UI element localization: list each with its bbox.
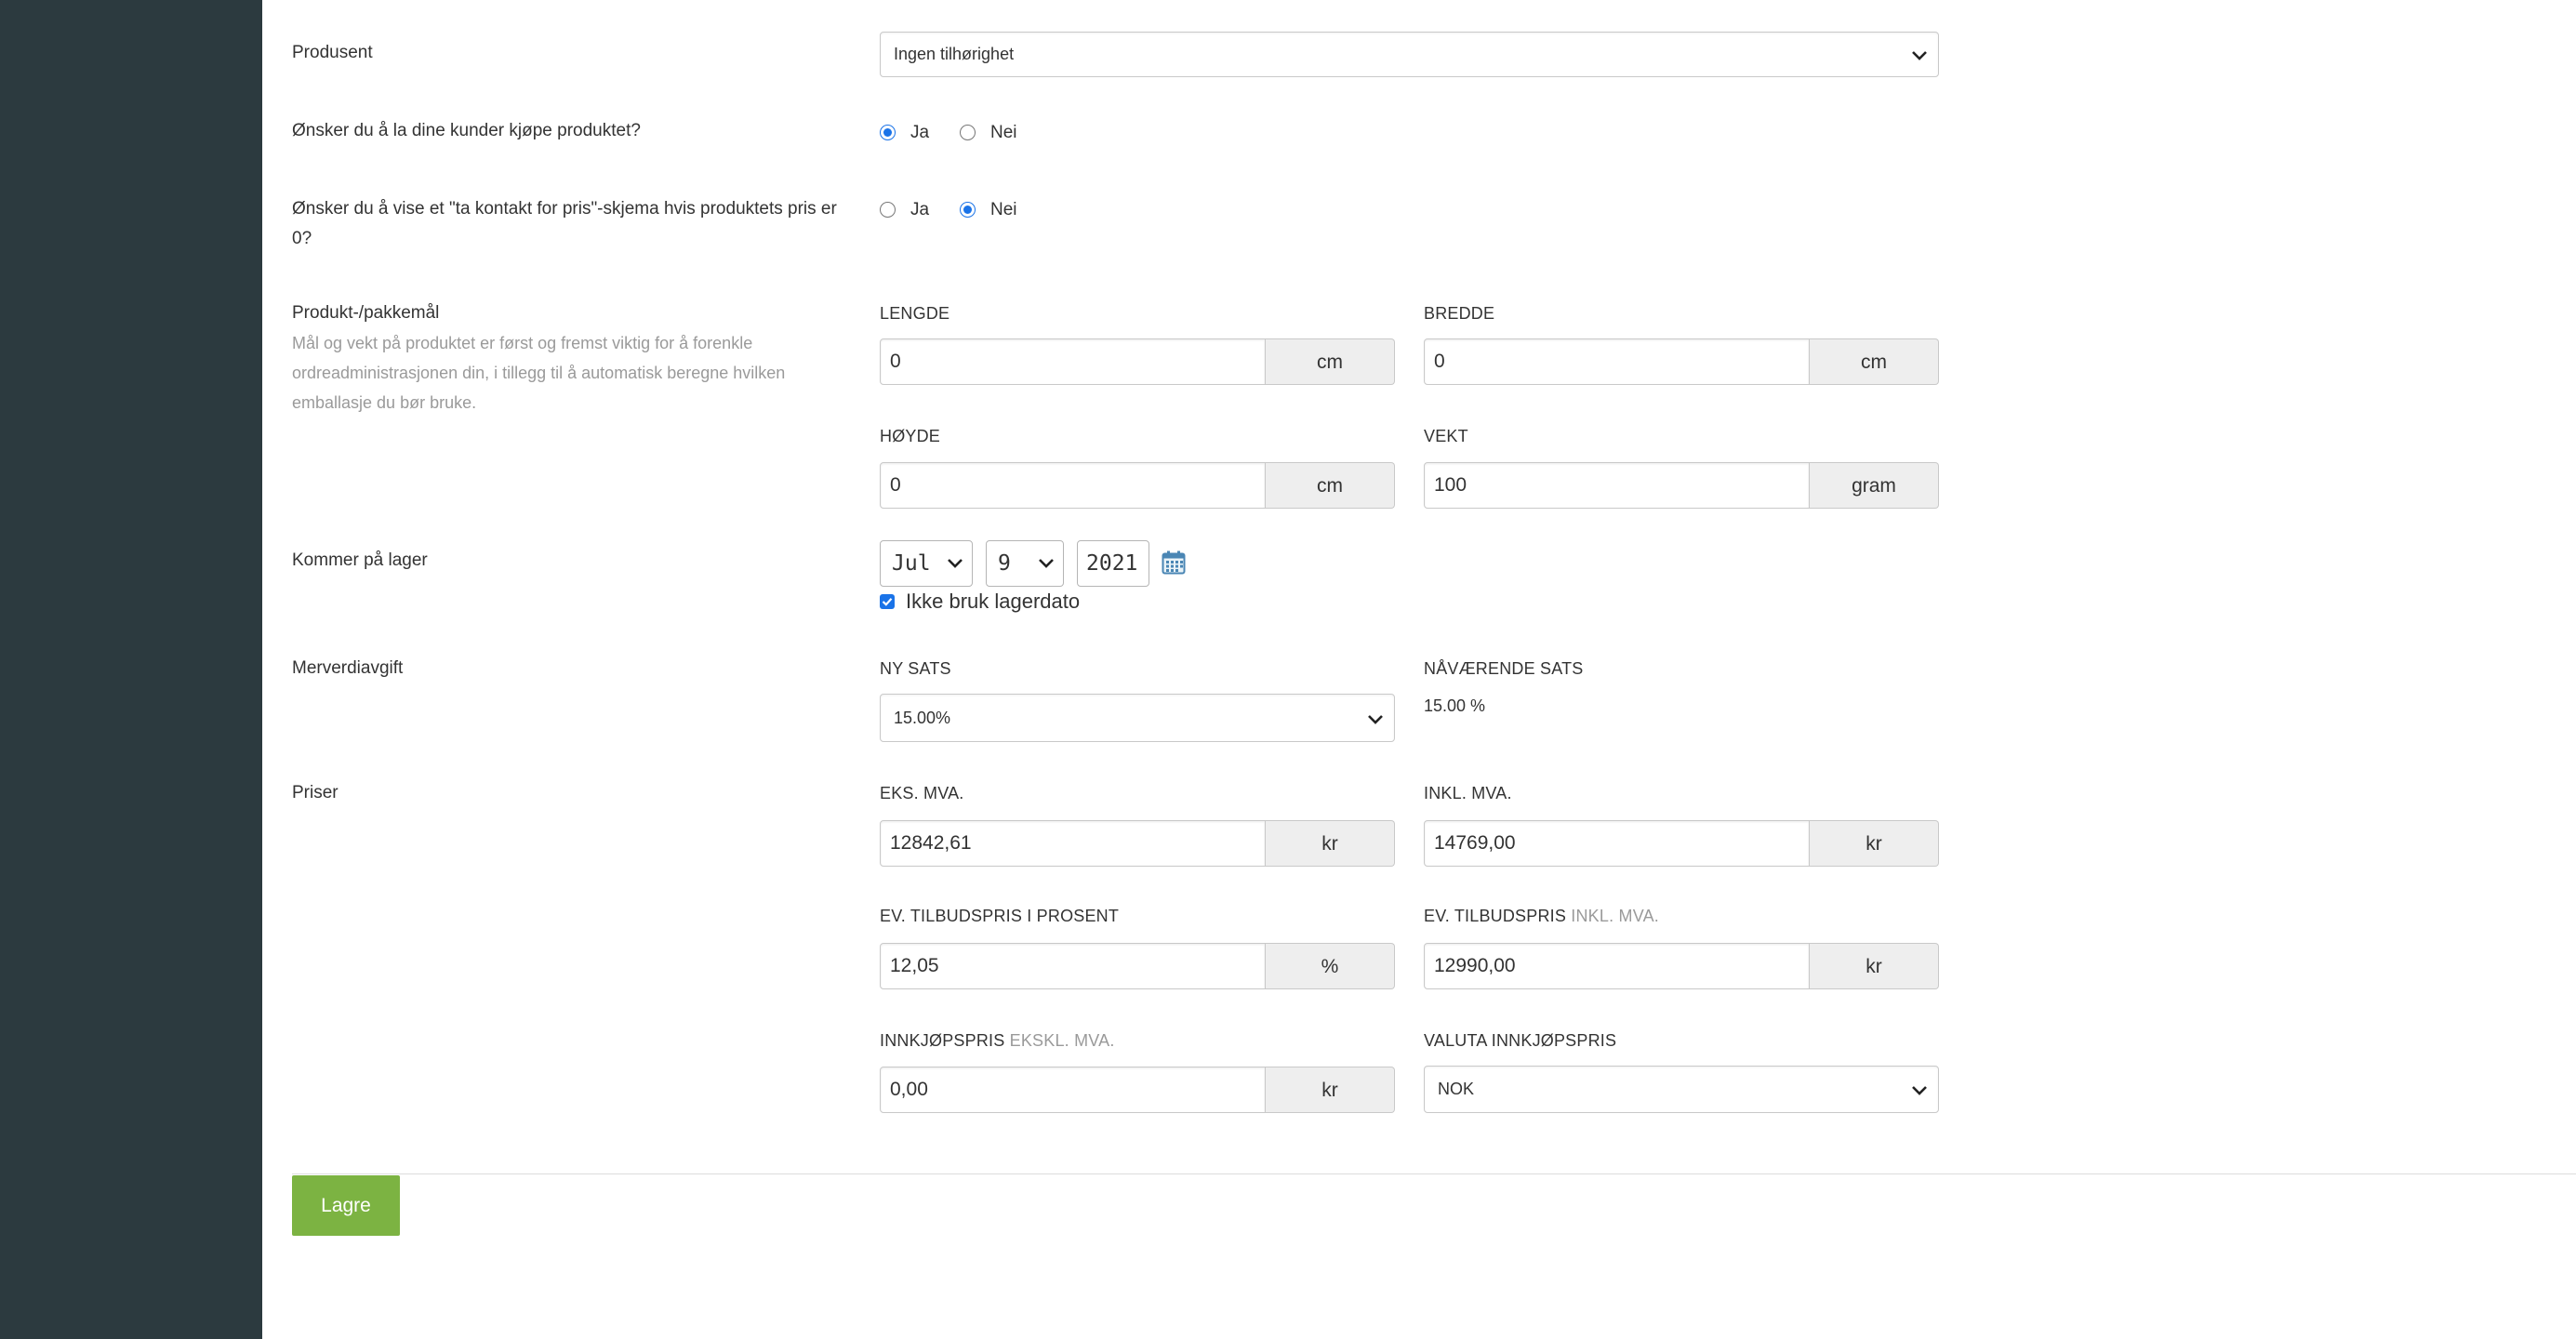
weight-unit: gram	[1810, 462, 1939, 509]
weight-label: VEKT	[1424, 427, 1468, 445]
incl-vat-price-input[interactable]: 14769,00	[1424, 820, 1810, 867]
width-input[interactable]: 0	[1424, 338, 1810, 385]
offer-price-label-text: EV. TILBUDSPRIS	[1424, 907, 1567, 925]
purchase-currency-select[interactable]: NOK	[1424, 1066, 1939, 1113]
offer-price-input[interactable]: 12990,00	[1424, 943, 1810, 989]
chevron-down-icon	[1368, 715, 1383, 724]
dimensions-help-line1: Mål og vekt på produktet er først og fre…	[292, 334, 753, 352]
chevron-down-icon	[1912, 1086, 1927, 1095]
incl-vat-unit: kr	[1810, 820, 1939, 867]
stock-day-select[interactable]: 9	[986, 540, 1064, 587]
dimensions-label: Produkt-/pakkemål	[292, 303, 440, 323]
length-label: LENGDE	[880, 304, 950, 323]
ignore-stock-date-label: Ikke bruk lagerdato	[906, 590, 1081, 613]
purchase-price-label-muted: EKSKL. MVA.	[1009, 1031, 1115, 1050]
allow-purchase-label: Ønsker du å la dine kunder kjøpe produkt…	[292, 121, 641, 140]
contact-price-no-radio[interactable]	[960, 202, 976, 218]
form-divider	[292, 1173, 2576, 1174]
allow-purchase-no-label: Nei	[990, 123, 1017, 142]
stock-month-select[interactable]: Jul	[880, 540, 973, 587]
width-label: BREDDE	[1424, 304, 1495, 323]
stock-year-input[interactable]: 2021	[1077, 540, 1149, 587]
purchase-currency-label: VALUTA INNKJØPSPRIS	[1424, 1031, 1617, 1050]
purchase-price-unit: kr	[1266, 1067, 1395, 1113]
length-input[interactable]: 0	[880, 338, 1266, 385]
vat-new-rate-label: NY SATS	[880, 659, 951, 678]
excl-vat-price-input[interactable]: 12842,61	[880, 820, 1266, 867]
vat-rate-selected: 15.00%	[894, 709, 951, 727]
purchase-price-label: INNKJØPSPRIS EKSKL. MVA.	[880, 1031, 1115, 1051]
purchase-price-label-text: INNKJØPSPRIS	[880, 1031, 1005, 1050]
purchase-currency-selected: NOK	[1438, 1080, 1475, 1098]
producer-selected: Ingen tilhørighet	[894, 45, 1015, 63]
vat-current-rate-value: 15.00 %	[1424, 696, 1486, 715]
offer-price-unit: kr	[1810, 943, 1939, 989]
weight-input[interactable]: 100	[1424, 462, 1810, 509]
stock-month-value: Jul	[892, 551, 931, 576]
producer-select[interactable]: Ingen tilhørighet	[880, 32, 1939, 77]
save-button[interactable]: Lagre	[292, 1175, 400, 1236]
height-label: HØYDE	[880, 427, 941, 445]
allow-purchase-no-radio[interactable]	[960, 125, 976, 140]
vat-label: Merverdiavgift	[292, 658, 404, 678]
stock-date-label: Kommer på lager	[292, 550, 428, 570]
vat-current-rate-label: NÅVÆRENDE SATS	[1424, 659, 1584, 678]
contact-price-no-label: Nei	[990, 200, 1017, 219]
chevron-down-icon	[1039, 559, 1054, 568]
ignore-stock-date-checkbox[interactable]	[880, 594, 895, 609]
width-unit: cm	[1810, 338, 1939, 385]
checkmark-icon	[882, 598, 893, 606]
calendar-icon[interactable]	[1162, 550, 1186, 575]
height-unit: cm	[1266, 462, 1395, 509]
contact-price-label-line1: Ønsker du å vise et "ta kontakt for pris…	[292, 199, 837, 219]
incl-vat-label: INKL. MVA.	[1424, 784, 1512, 802]
length-unit: cm	[1266, 338, 1395, 385]
producer-label: Produsent	[292, 43, 373, 62]
prices-label: Priser	[292, 783, 339, 802]
dimensions-help-line3: emballasje du bør bruke.	[292, 393, 477, 412]
offer-percent-input[interactable]: 12,05	[880, 943, 1266, 989]
vat-rate-select[interactable]: 15.00%	[880, 694, 1395, 742]
offer-price-label-muted: INKL. MVA.	[1571, 907, 1659, 925]
offer-percent-label: EV. TILBUDSPRIS I PROSENT	[880, 907, 1120, 925]
sidebar	[0, 0, 262, 1339]
purchase-price-input[interactable]: 0,00	[880, 1067, 1266, 1113]
dimensions-help-line2: ordreadministrasjonen din, i tillegg til…	[292, 364, 786, 382]
excl-vat-unit: kr	[1266, 820, 1395, 867]
allow-purchase-yes-label: Ja	[910, 123, 930, 142]
contact-price-label-line2: 0?	[292, 229, 312, 248]
offer-price-label: EV. TILBUDSPRIS INKL. MVA.	[1424, 907, 1659, 926]
chevron-down-icon	[948, 559, 963, 568]
contact-price-yes-label: Ja	[910, 200, 930, 219]
stock-day-value: 9	[998, 551, 1011, 576]
excl-vat-label: EKS. MVA.	[880, 784, 964, 802]
height-input[interactable]: 0	[880, 462, 1266, 509]
chevron-down-icon	[1912, 51, 1927, 60]
allow-purchase-yes-radio[interactable]	[880, 125, 896, 140]
contact-price-yes-radio[interactable]	[880, 202, 896, 218]
offer-percent-unit: %	[1266, 943, 1395, 989]
